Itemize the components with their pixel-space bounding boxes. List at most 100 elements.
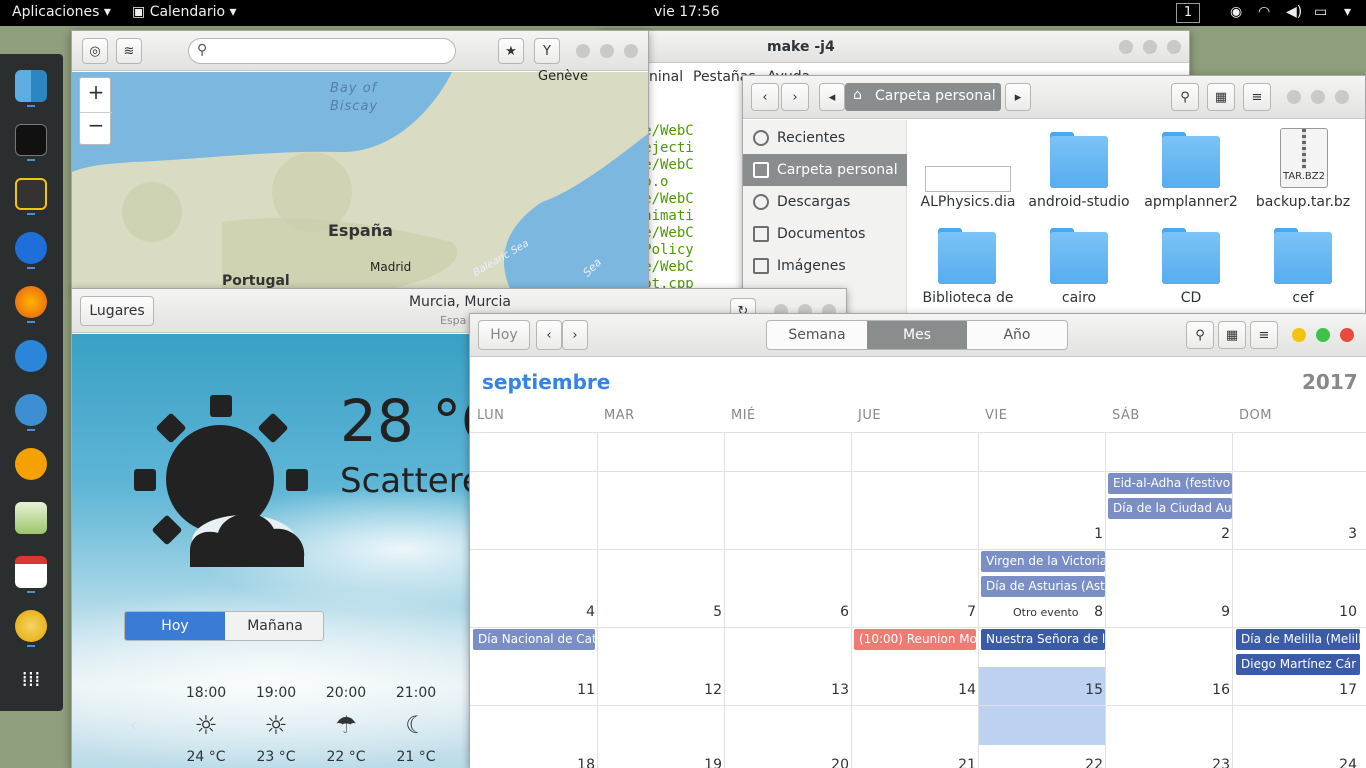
today-button[interactable]: Hoy [478, 320, 530, 350]
day-number[interactable]: 13 [819, 682, 849, 698]
day-number[interactable]: 20 [819, 757, 849, 768]
code-editor-icon[interactable] [15, 178, 47, 210]
battery-icon[interactable]: ▭ [1314, 4, 1327, 20]
day-number[interactable]: 10 [1327, 604, 1357, 620]
minimize-button[interactable] [1287, 90, 1301, 104]
day-number[interactable]: 18 [565, 757, 595, 768]
folder-icon[interactable] [1050, 130, 1108, 188]
minimize-button[interactable] [576, 44, 590, 58]
firefox-icon[interactable] [15, 286, 47, 318]
day-number[interactable]: 22 [1073, 757, 1103, 768]
day-number[interactable]: 7 [946, 604, 976, 620]
maximize-button[interactable] [1316, 328, 1330, 342]
day-number[interactable]: 2 [1200, 526, 1230, 542]
folder-icon[interactable] [938, 226, 996, 284]
status-icon[interactable]: ◉ [1230, 4, 1242, 20]
menu-button[interactable]: ≡ [1243, 83, 1271, 111]
next-month-button[interactable]: › [562, 320, 588, 350]
day-number[interactable]: 14 [946, 682, 976, 698]
clock[interactable]: vie 17:56 [654, 4, 720, 20]
search-input[interactable]: ⚲ [188, 38, 456, 64]
day-number[interactable]: 24 [1327, 757, 1357, 768]
calendar-event[interactable]: Diego Martínez Cár [1236, 654, 1360, 675]
color-picker-icon[interactable] [15, 502, 47, 534]
day-number[interactable]: 23 [1200, 757, 1230, 768]
calendar-icon[interactable] [15, 556, 47, 588]
sidebar-item-downloads[interactable]: Descargas [743, 186, 907, 218]
workspace-indicator[interactable]: 1 [1176, 3, 1200, 23]
menu-button[interactable]: ≡ [1250, 321, 1278, 349]
zoom-in-button[interactable]: + [80, 80, 112, 104]
activities-menu[interactable]: Aplicaciones ▾ [12, 4, 111, 20]
gajim-icon[interactable] [15, 394, 47, 426]
minimize-button[interactable] [1119, 40, 1133, 54]
menu-terminal[interactable]: ninal [649, 69, 683, 85]
wifi-icon[interactable]: ◠ [1258, 4, 1270, 20]
finder-icon[interactable] [15, 70, 47, 102]
calendar-event[interactable]: Eid-al-Adha (festivo [1108, 473, 1232, 494]
close-button[interactable] [1167, 40, 1181, 54]
day-number[interactable]: 16 [1200, 682, 1230, 698]
volume-icon[interactable]: ◀) [1286, 4, 1302, 20]
system-menu-chevron-icon[interactable]: ▾ [1344, 4, 1351, 20]
terminal-icon[interactable] [15, 124, 47, 156]
locate-button[interactable]: ◎ [82, 38, 108, 64]
search-button[interactable]: ⚲ [1171, 83, 1199, 111]
close-button[interactable] [1335, 90, 1349, 104]
day-number[interactable]: 1 [1073, 526, 1103, 542]
sidebar-item-documents[interactable]: Documentos [743, 218, 907, 250]
day-number[interactable]: 19 [692, 757, 722, 768]
path-bar-home[interactable]: ⌂ Carpeta personal [845, 83, 1001, 111]
route-button[interactable]: Y [534, 38, 560, 64]
view-mode-button[interactable]: ▦ [1207, 83, 1235, 111]
sidebar-item-home[interactable]: Carpeta personal [743, 154, 907, 186]
layers-button[interactable]: ≋ [116, 38, 142, 64]
tab-tomorrow[interactable]: Mañana [225, 612, 323, 640]
calendar-event[interactable]: Día de Asturias (Ast [981, 576, 1105, 597]
day-number[interactable]: 3 [1327, 526, 1357, 542]
tab-today[interactable]: Hoy [125, 612, 225, 640]
day-number[interactable]: 15 [1073, 682, 1103, 698]
tab-year[interactable]: Año [967, 321, 1067, 349]
calendar-event[interactable]: Nuestra Señora de l [981, 629, 1105, 650]
path-right-button[interactable]: ▸ [1005, 83, 1031, 111]
weather-icon[interactable] [15, 610, 47, 642]
calendar-event[interactable]: Virgen de la Victoria [981, 551, 1105, 572]
day-number[interactable]: 6 [819, 604, 849, 620]
app-menu[interactable]: ▣ Calendario ▾ [132, 4, 237, 20]
more-events-link[interactable]: Otro evento [1013, 606, 1079, 619]
day-number[interactable]: 17 [1327, 682, 1357, 698]
app-grid-icon[interactable]: ⁞⁞⁞ [15, 664, 47, 696]
previous-month-button[interactable]: ‹ [536, 320, 562, 350]
maximize-button[interactable] [1311, 90, 1325, 104]
scroll-left-icon[interactable]: ‹ [130, 715, 137, 736]
day-number[interactable]: 21 [946, 757, 976, 768]
search-button[interactable]: ⚲ [1186, 321, 1214, 349]
maximize-button[interactable] [1143, 40, 1157, 54]
day-number[interactable]: 12 [692, 682, 722, 698]
tab-month[interactable]: Mes [867, 321, 967, 349]
forward-button[interactable]: › [781, 83, 809, 111]
close-button[interactable] [1340, 328, 1354, 342]
sidebar-item-recent[interactable]: Recientes [743, 122, 907, 154]
zoom-out-button[interactable]: − [80, 112, 112, 137]
xmind-icon[interactable] [15, 448, 47, 480]
calendar-event[interactable]: (10:00) Reunion Movi [854, 629, 976, 650]
folder-icon[interactable] [1162, 226, 1220, 284]
tab-week[interactable]: Semana [767, 321, 867, 349]
file-thumbnail-dia[interactable] [925, 166, 1011, 192]
day-number[interactable]: 5 [692, 604, 722, 620]
day-number[interactable]: 11 [565, 682, 595, 698]
favorites-button[interactable]: ★ [498, 38, 524, 64]
maximize-button[interactable] [600, 44, 614, 58]
calendar-event[interactable]: Día Nacional de Cat [473, 629, 595, 650]
path-left-button[interactable]: ◂ [819, 83, 845, 111]
web-browser-icon[interactable] [15, 232, 47, 264]
day-number[interactable]: 4 [565, 604, 595, 620]
sidebar-item-pictures[interactable]: Imágenes [743, 250, 907, 282]
folder-icon[interactable] [1274, 226, 1332, 284]
archive-icon[interactable]: TAR.BZ2 [1280, 128, 1328, 188]
atom-icon[interactable] [15, 340, 47, 372]
folder-icon[interactable] [1050, 226, 1108, 284]
calendar-management-button[interactable]: ▦ [1218, 321, 1246, 349]
